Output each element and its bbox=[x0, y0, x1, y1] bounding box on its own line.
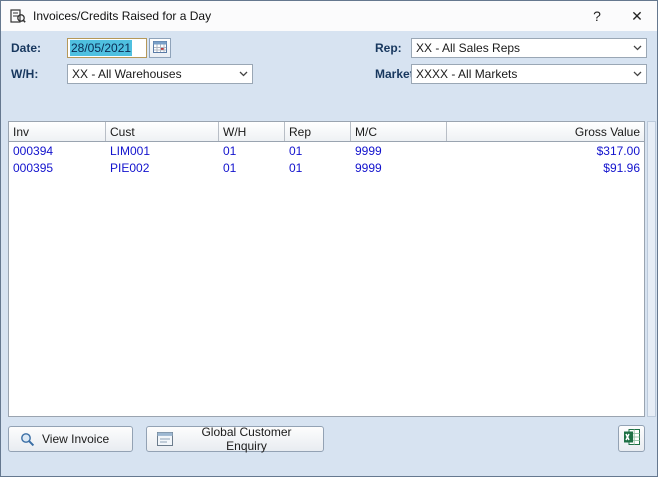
titlebar: Invoices/Credits Raised for a Day ? ✕ bbox=[1, 1, 657, 31]
enquiry-window-icon bbox=[157, 431, 173, 447]
table-row[interactable]: 000394 LIM001 01 01 9999 $317.00 bbox=[9, 142, 644, 159]
cell-rep: 01 bbox=[285, 159, 351, 176]
chevron-down-icon bbox=[234, 65, 252, 83]
cell-mc: 9999 bbox=[351, 159, 447, 176]
cell-gross-value: $91.96 bbox=[447, 159, 644, 176]
help-button[interactable]: ? bbox=[577, 1, 617, 31]
export-excel-button[interactable] bbox=[618, 425, 645, 452]
cell-wh: 01 bbox=[219, 142, 285, 159]
market-selected-value: XXXX - All Markets bbox=[416, 67, 517, 81]
cell-inv: 000395 bbox=[9, 159, 106, 176]
column-header-wh[interactable]: W/H bbox=[219, 122, 285, 141]
cell-mc: 9999 bbox=[351, 142, 447, 159]
table-row[interactable]: 000395 PIE002 01 01 9999 $91.96 bbox=[9, 159, 644, 176]
cell-cust: PIE002 bbox=[106, 159, 219, 176]
column-header-gross-value[interactable]: Gross Value bbox=[447, 122, 644, 141]
date-label: Date: bbox=[11, 41, 41, 55]
global-customer-enquiry-button[interactable]: Global Customer Enquiry bbox=[146, 426, 324, 452]
rep-label: Rep: bbox=[375, 41, 402, 55]
chevron-down-icon bbox=[628, 65, 646, 83]
warehouse-selected-value: XX - All Warehouses bbox=[72, 67, 182, 81]
date-value: 28/05/2021 bbox=[70, 40, 132, 56]
market-select[interactable]: XXXX - All Markets bbox=[411, 64, 647, 84]
cell-gross-value: $317.00 bbox=[447, 142, 644, 159]
calendar-picker-button[interactable] bbox=[149, 38, 171, 58]
column-header-mc[interactable]: M/C bbox=[351, 122, 447, 141]
titlebar-buttons: ? ✕ bbox=[577, 1, 657, 31]
chevron-down-icon bbox=[628, 39, 646, 57]
cell-wh: 01 bbox=[219, 159, 285, 176]
table-scrollbar[interactable] bbox=[647, 121, 656, 417]
app-icon bbox=[9, 7, 27, 25]
rep-select[interactable]: XX - All Sales Reps bbox=[411, 38, 647, 58]
column-header-rep[interactable]: Rep bbox=[285, 122, 351, 141]
table-body: 000394 LIM001 01 01 9999 $317.00 000395 … bbox=[9, 142, 644, 176]
cell-cust: LIM001 bbox=[106, 142, 219, 159]
cell-inv: 000394 bbox=[9, 142, 106, 159]
magnifier-icon bbox=[19, 431, 35, 447]
date-input[interactable]: 28/05/2021 bbox=[67, 38, 147, 58]
view-invoice-button[interactable]: View Invoice bbox=[8, 426, 133, 452]
cell-rep: 01 bbox=[285, 142, 351, 159]
warehouse-select[interactable]: XX - All Warehouses bbox=[67, 64, 253, 84]
global-customer-enquiry-label: Global Customer Enquiry bbox=[180, 425, 313, 453]
excel-export-icon bbox=[623, 428, 641, 449]
dialog-window: Invoices/Credits Raised for a Day ? ✕ Da… bbox=[0, 0, 658, 477]
rep-selected-value: XX - All Sales Reps bbox=[416, 41, 520, 55]
window-title: Invoices/Credits Raised for a Day bbox=[33, 9, 211, 23]
wh-label: W/H: bbox=[11, 67, 38, 81]
close-button[interactable]: ✕ bbox=[617, 1, 657, 31]
column-header-inv[interactable]: Inv bbox=[9, 122, 106, 141]
calendar-icon bbox=[153, 40, 167, 56]
invoice-table: Inv Cust W/H Rep M/C Gross Value 000394 … bbox=[8, 121, 645, 417]
column-header-cust[interactable]: Cust bbox=[106, 122, 219, 141]
table-header-row: Inv Cust W/H Rep M/C Gross Value bbox=[9, 122, 644, 142]
view-invoice-label: View Invoice bbox=[42, 432, 109, 446]
